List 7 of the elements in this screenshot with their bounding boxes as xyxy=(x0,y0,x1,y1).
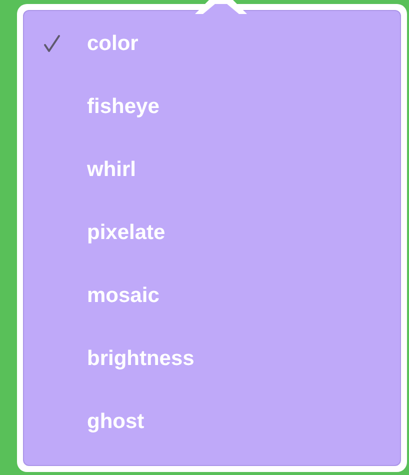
menu-item[interactable]: ghost xyxy=(24,390,400,453)
menu-item[interactable]: fisheye xyxy=(24,75,400,138)
menu-item[interactable]: color xyxy=(24,12,400,75)
menu-item[interactable]: whirl xyxy=(24,138,400,201)
menu-item[interactable]: pixelate xyxy=(24,201,400,264)
menu-item[interactable]: brightness xyxy=(24,327,400,390)
menu-item[interactable]: mosaic xyxy=(24,264,400,327)
